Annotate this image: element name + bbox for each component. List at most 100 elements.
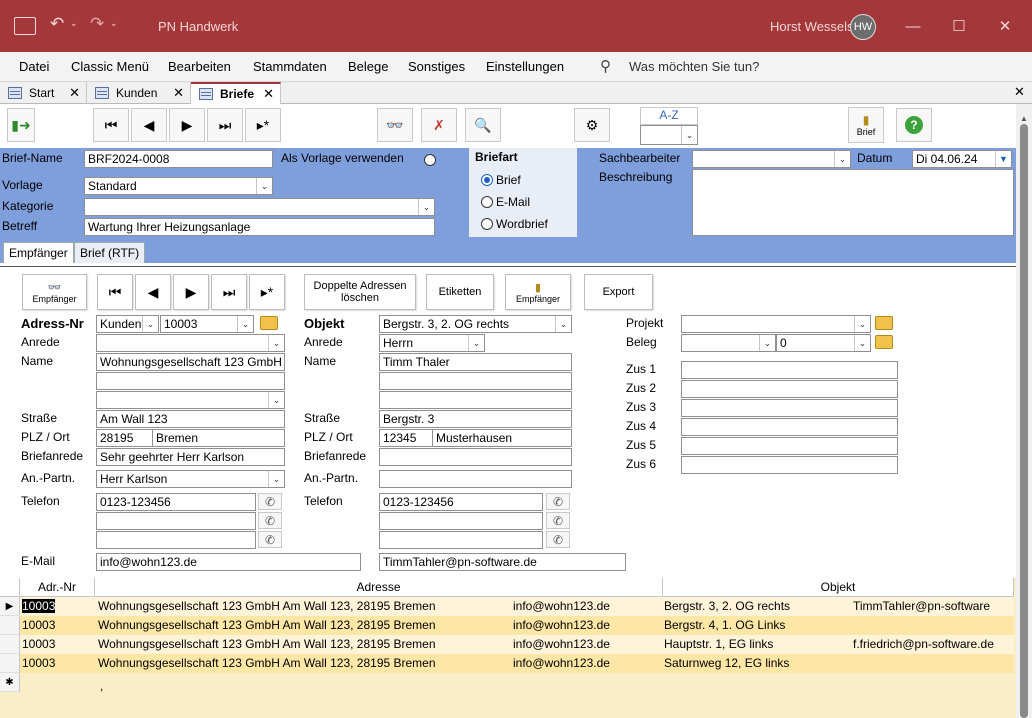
- plz-field[interactable]: 28195: [96, 429, 153, 447]
- user-name[interactable]: Horst Wessels: [770, 19, 854, 34]
- row-selector[interactable]: [0, 635, 20, 654]
- table-row[interactable]: 10003 Wohnungsgesellschaft 123 GmbH Am Wa…: [20, 597, 1014, 616]
- prev-record-button[interactable]: ◀: [131, 108, 167, 142]
- tab-kunden[interactable]: Kunden ✕: [87, 82, 191, 104]
- zus-field[interactable]: [681, 361, 898, 379]
- next-recipient-button[interactable]: ▶: [173, 274, 209, 310]
- new-row-selector[interactable]: ✱: [0, 673, 20, 692]
- vorlage-select[interactable]: Standard ⌄: [84, 177, 273, 195]
- phone-icon[interactable]: ✆: [258, 493, 282, 510]
- first-record-button[interactable]: ⏮: [93, 108, 129, 142]
- search-button[interactable]: 👓: [377, 108, 413, 142]
- avatar[interactable]: HW: [850, 14, 876, 40]
- radio-button[interactable]: [481, 174, 493, 186]
- phone-icon[interactable]: ✆: [546, 512, 570, 529]
- phone-icon[interactable]: ✆: [258, 512, 282, 529]
- column-header-adresse[interactable]: Adresse: [95, 578, 663, 597]
- last-record-button[interactable]: ⏭: [207, 108, 243, 142]
- menu-belege[interactable]: Belege: [348, 59, 388, 74]
- folder-icon[interactable]: [875, 316, 893, 330]
- scroll-thumb[interactable]: [1020, 124, 1028, 718]
- adress-nr-select[interactable]: 10003 ⌄: [160, 315, 254, 333]
- briefname-field[interactable]: BRF2024-0008: [84, 150, 273, 168]
- radio-button[interactable]: [481, 196, 493, 208]
- table-row[interactable]: 10003 Wohnungsgesellschaft 123 GmbH Am Wa…: [20, 616, 1014, 635]
- sachbearbeiter-select[interactable]: ⌄: [692, 150, 851, 168]
- radio-email[interactable]: E-Mail: [481, 195, 530, 209]
- qat-customize-icon[interactable]: ⌄: [110, 18, 118, 29]
- preview-button[interactable]: 🔍: [465, 108, 501, 142]
- close-tab-icon[interactable]: ✕: [173, 85, 184, 101]
- undo-icon[interactable]: ↶: [50, 14, 64, 34]
- briefanrede-field[interactable]: Sehr geehrter Herr Karlson: [96, 448, 285, 466]
- undo-dropdown-icon[interactable]: ⌄: [70, 18, 78, 29]
- close-window-button[interactable]: ✕: [982, 0, 1028, 52]
- name2-field[interactable]: [96, 372, 285, 390]
- telefon2-field[interactable]: [96, 512, 256, 530]
- telefon1-field[interactable]: 0123-123456: [96, 493, 256, 511]
- settings-button[interactable]: ⚙: [574, 108, 610, 142]
- table-row[interactable]: 10003 Wohnungsgesellschaft 123 GmbH Am Wa…: [20, 635, 1014, 654]
- radio-brief[interactable]: Brief: [481, 173, 521, 187]
- maximize-button[interactable]: ☐: [936, 0, 982, 52]
- table-row[interactable]: 10003 Wohnungsgesellschaft 123 GmbH Am Wa…: [20, 654, 1014, 673]
- folder-icon[interactable]: [875, 335, 893, 349]
- folder-icon[interactable]: [260, 316, 278, 330]
- vorlage-verwenden-toggle[interactable]: [424, 154, 436, 166]
- radio-button[interactable]: [481, 218, 493, 230]
- new-record-button[interactable]: ▸*: [245, 108, 281, 142]
- tab-start[interactable]: Start ✕: [0, 82, 87, 104]
- menu-classic[interactable]: Classic Menü: [71, 59, 149, 74]
- o-plz-field[interactable]: 12345: [379, 429, 433, 447]
- exit-button[interactable]: ▮➜: [7, 108, 35, 142]
- email-field[interactable]: info@wohn123.de: [96, 553, 361, 571]
- adress-typ-select[interactable]: Kunden ⌄: [96, 315, 159, 333]
- redo-icon[interactable]: ↷: [90, 14, 104, 34]
- o-email-field[interactable]: TimmTahler@pn-software.de: [379, 553, 626, 571]
- next-record-button[interactable]: ▶: [169, 108, 205, 142]
- column-header-objekt[interactable]: Objekt: [663, 578, 1014, 597]
- tell-me-search[interactable]: Was möchten Sie tun?: [629, 59, 759, 74]
- empfaenger-letter-button[interactable]: ▮ Empfänger: [505, 274, 571, 310]
- beschreibung-field[interactable]: [692, 169, 1014, 236]
- etiketten-button[interactable]: Etiketten: [426, 274, 494, 310]
- minimize-button[interactable]: —: [890, 0, 936, 52]
- o-briefanrede-field[interactable]: [379, 448, 572, 466]
- close-tab-icon[interactable]: ✕: [69, 85, 80, 101]
- menu-datei[interactable]: Datei: [19, 59, 49, 74]
- new-recipient-button[interactable]: ▸*: [249, 274, 285, 310]
- row-selector[interactable]: [0, 616, 20, 635]
- scroll-up-icon[interactable]: ▲: [1020, 114, 1028, 123]
- new-row[interactable]: ,: [20, 677, 1014, 696]
- beleg-select[interactable]: 0 ⌄: [776, 334, 871, 352]
- o-name3-field[interactable]: [379, 391, 572, 409]
- zus-field[interactable]: [681, 418, 898, 436]
- close-tab-icon[interactable]: ✕: [263, 86, 274, 102]
- beleg-type-select[interactable]: ⌄: [681, 334, 776, 352]
- menu-sonstiges[interactable]: Sonstiges: [408, 59, 465, 74]
- o-name1-field[interactable]: Timm Thaler: [379, 353, 572, 371]
- row-selector[interactable]: [0, 654, 20, 673]
- o-telefon1-field[interactable]: 0123-123456: [379, 493, 543, 511]
- empfaenger-search-button[interactable]: 👓 Empfänger: [22, 274, 87, 310]
- betreff-field[interactable]: Wartung Ihrer Heizungsanlage: [84, 218, 435, 236]
- vertical-scrollbar[interactable]: ▲: [1016, 104, 1032, 718]
- help-button[interactable]: ?: [896, 108, 932, 142]
- anrede-select[interactable]: ⌄: [96, 334, 285, 352]
- calendar-dropdown-icon[interactable]: ▼: [995, 151, 1011, 167]
- prev-recipient-button[interactable]: ◀: [135, 274, 171, 310]
- ort-field[interactable]: Bremen: [152, 429, 285, 447]
- sort-dropdown[interactable]: ⌄: [640, 125, 698, 145]
- doppelte-loeschen-button[interactable]: Doppelte Adressen löschen: [304, 274, 416, 310]
- o-ort-field[interactable]: Musterhausen: [432, 429, 572, 447]
- o-strasse-field[interactable]: Bergstr. 3: [379, 410, 572, 428]
- export-button[interactable]: Export: [584, 274, 653, 310]
- row-selector[interactable]: ▶: [0, 597, 20, 616]
- anpartn-select[interactable]: Herr Karlson ⌄: [96, 470, 285, 488]
- telefon3-field[interactable]: [96, 531, 256, 549]
- strasse-field[interactable]: Am Wall 123: [96, 410, 285, 428]
- zus-field[interactable]: [681, 456, 898, 474]
- last-recipient-button[interactable]: ⏭: [211, 274, 247, 310]
- projekt-select[interactable]: ⌄: [681, 315, 871, 333]
- o-telefon2-field[interactable]: [379, 512, 543, 530]
